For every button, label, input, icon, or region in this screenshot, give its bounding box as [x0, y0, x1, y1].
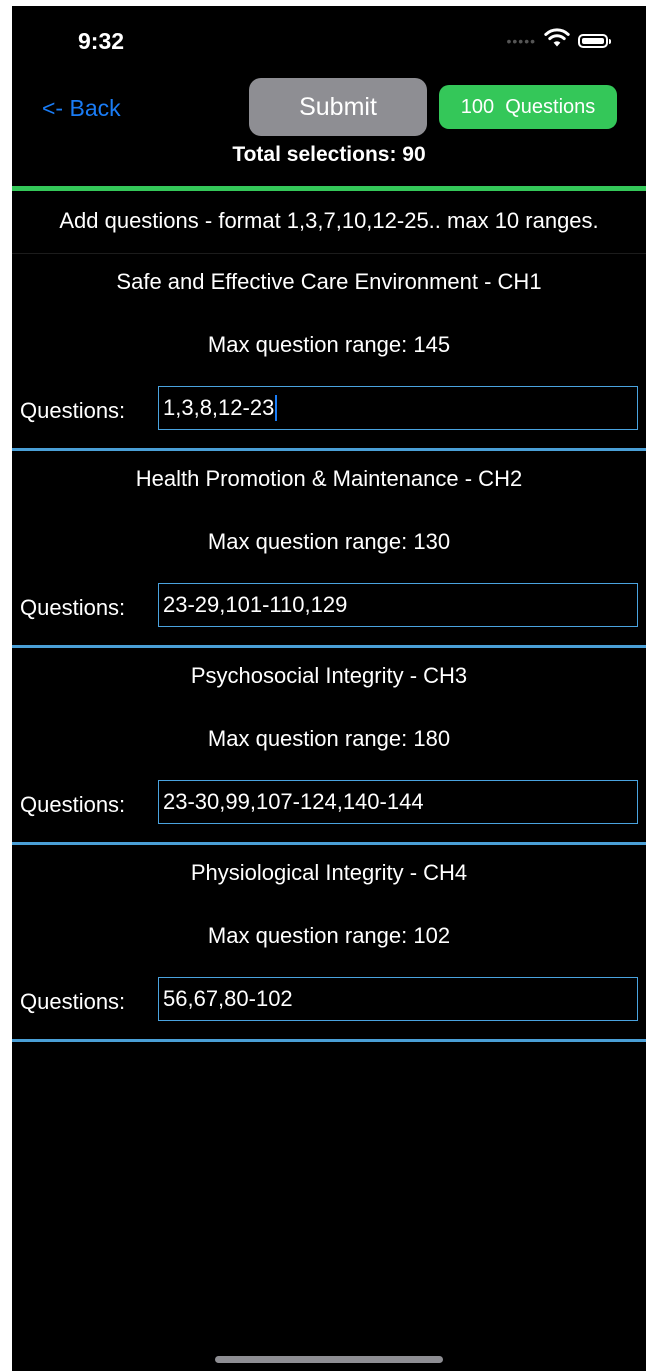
status-time: 9:32	[78, 28, 125, 54]
header-divider	[12, 186, 646, 191]
chapter-section-ch2: Health Promotion & Maintenance - CH2 Max…	[12, 451, 646, 648]
chapter-section-ch1: Safe and Effective Care Environment - CH…	[12, 254, 646, 451]
status-icons: •••••	[506, 28, 611, 53]
questions-input-value: 23-30,99,107-124,140-144	[163, 789, 424, 814]
chapter-section-ch3: Psychosocial Integrity - CH3 Max questio…	[12, 648, 646, 845]
max-question-range: Max question range: 130	[207, 529, 451, 554]
max-question-range: Max question range: 180	[207, 726, 451, 751]
text-cursor	[275, 395, 278, 421]
questions-label: Questions:	[20, 398, 126, 423]
chapter-section-ch4: Physiological Integrity - CH4 Max questi…	[12, 845, 646, 1042]
format-hint: Add questions - format 1,3,7,10,12-25.. …	[59, 208, 599, 233]
section-title: Physiological Integrity - CH4	[190, 860, 468, 885]
section-title: Psychosocial Integrity - CH3	[190, 663, 468, 688]
max-question-range: Max question range: 102	[207, 923, 451, 948]
app-screen: 9:32 ••••• <- Back Submit 100 Questions …	[12, 6, 646, 1371]
signal-dots-icon: •••••	[506, 32, 536, 49]
battery-level	[582, 37, 604, 44]
questions-input-ch2[interactable]: 23-29,101-110,129	[158, 583, 638, 627]
home-indicator[interactable]	[215, 1356, 443, 1363]
battery-icon	[578, 33, 611, 48]
questions-label: Questions:	[20, 595, 126, 620]
submit-button[interactable]: Submit	[249, 78, 427, 136]
questions-label: Questions:	[20, 989, 126, 1014]
section-divider	[12, 1039, 646, 1042]
questions-input-ch4[interactable]: 56,67,80-102	[158, 977, 638, 1021]
questions-input-ch1[interactable]: 1,3,8,12-23	[158, 386, 638, 430]
wifi-icon	[544, 28, 570, 53]
questions-input-value: 56,67,80-102	[163, 986, 293, 1011]
total-selections-label: Total selections: 90	[232, 143, 426, 166]
questions-input-value: 1,3,8,12-23	[163, 395, 275, 420]
section-title: Safe and Effective Care Environment - CH…	[116, 269, 542, 294]
questions-input-value: 23-29,101-110,129	[163, 592, 348, 617]
section-title: Health Promotion & Maintenance - CH2	[135, 466, 523, 491]
question-count-badge: 100 Questions	[439, 85, 617, 129]
back-button[interactable]: <- Back	[42, 95, 121, 122]
questions-label: Questions:	[20, 792, 126, 817]
max-question-range: Max question range: 145	[207, 332, 451, 357]
questions-input-ch3[interactable]: 23-30,99,107-124,140-144	[158, 780, 638, 824]
